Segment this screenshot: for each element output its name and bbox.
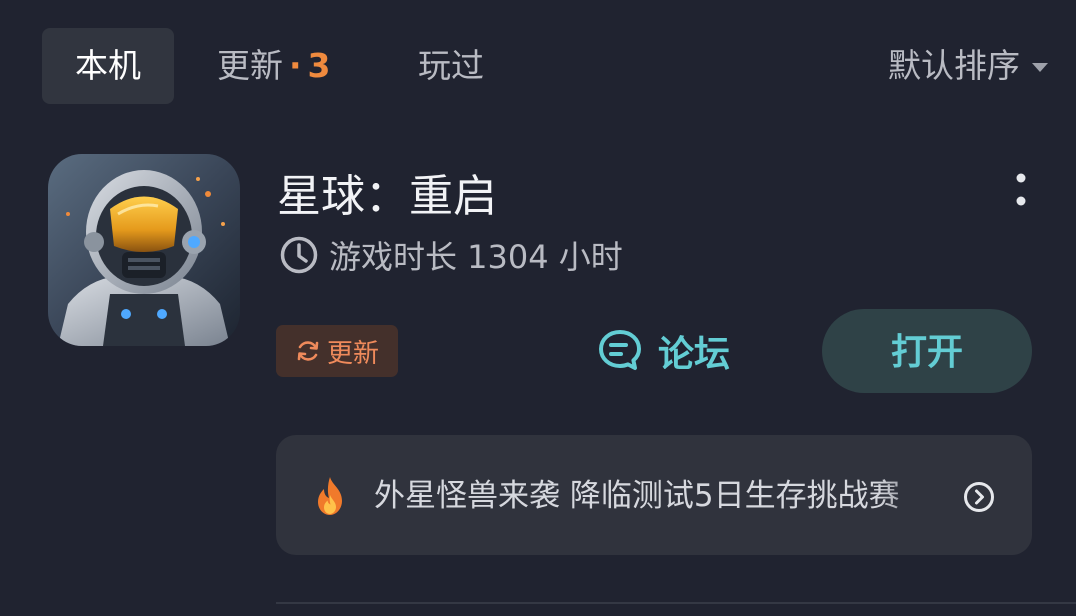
app-icon[interactable]: [48, 154, 240, 346]
announcement-text: 外星怪兽来袭 降临测试5日生存挑战赛: [374, 478, 900, 514]
update-badge[interactable]: 更新: [276, 325, 398, 377]
playtime-text: 游戏时长 1304 小时: [329, 238, 623, 276]
sort-dropdown[interactable]: 默认排序: [888, 28, 1048, 104]
chevron-right-circle-icon[interactable]: [963, 481, 995, 513]
tab-update-dot: ·: [289, 46, 302, 85]
refresh-icon: [297, 341, 319, 361]
sort-label: 默认排序: [888, 46, 1020, 85]
update-badge-label: 更新: [326, 338, 379, 369]
tab-played[interactable]: 玩过: [418, 28, 484, 104]
announcement-card[interactable]: 外星怪兽来袭 降临测试5日生存挑战赛: [276, 435, 1032, 555]
forum-button[interactable]: 论坛: [596, 325, 730, 377]
divider: [276, 602, 1076, 604]
fire-icon: [318, 477, 342, 515]
more-vertical-icon[interactable]: [1010, 172, 1032, 208]
tab-update-count: 3: [307, 46, 331, 85]
astronaut-icon: [48, 154, 240, 346]
app-title: 星球：重启: [277, 171, 497, 222]
caret-down-icon: [1032, 62, 1048, 72]
tab-local-label: 本机: [75, 46, 141, 85]
tab-update-label: 更新: [217, 46, 283, 85]
tab-played-label: 玩过: [418, 46, 484, 85]
chat-bubble-icon: [599, 330, 641, 370]
tab-update[interactable]: 更新 · 3: [217, 28, 331, 104]
open-button[interactable]: 打开: [822, 309, 1032, 393]
forum-label: 论坛: [658, 334, 731, 375]
clock-icon: [280, 236, 318, 274]
tab-local[interactable]: 本机: [42, 28, 174, 104]
playtime: 游戏时长 1304 小时: [279, 232, 623, 278]
game-library-page: 本机 更新 · 3 玩过 默认排序 星球：重启 游戏时长 1304 小时 更新 …: [0, 0, 1076, 616]
